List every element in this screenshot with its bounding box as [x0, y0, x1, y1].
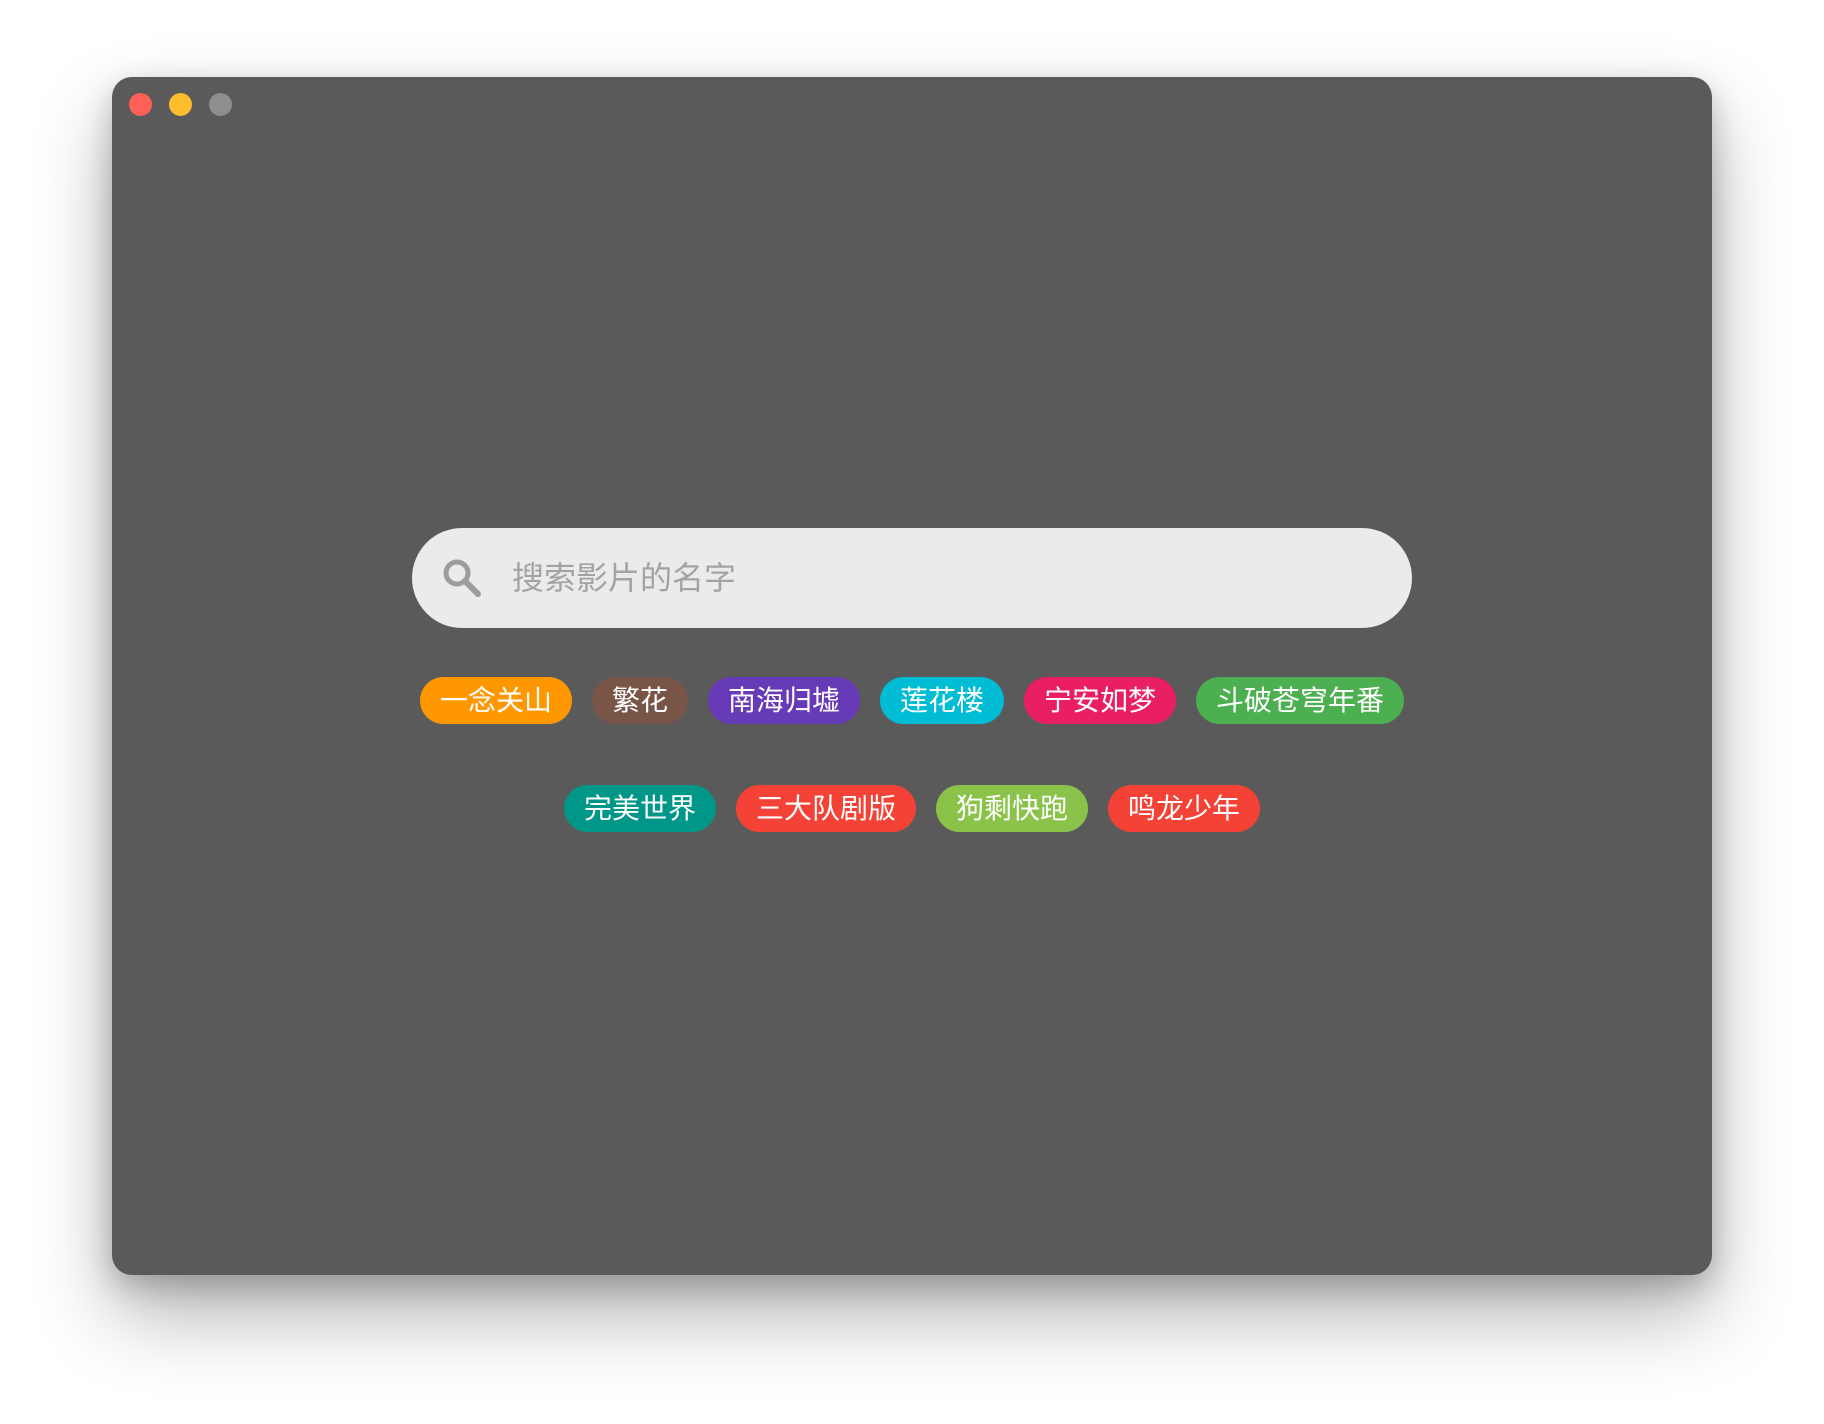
search-input[interactable]	[512, 548, 1372, 608]
tag-chip[interactable]: 宁安如梦	[1024, 677, 1177, 724]
tag-chip[interactable]: 三大队剧版	[735, 785, 916, 832]
tag-chip[interactable]: 斗破苍穹年番	[1196, 677, 1405, 724]
tag-chip[interactable]: 狗剩快跑	[936, 785, 1089, 832]
window-controls	[129, 93, 232, 116]
search-bar[interactable]	[412, 528, 1412, 628]
tag-chip[interactable]: 鸣龙少年	[1108, 785, 1261, 832]
minimize-button[interactable]	[169, 93, 192, 116]
close-button[interactable]	[129, 93, 152, 116]
tag-chip[interactable]: 一念关山	[419, 677, 572, 724]
tag-list: 一念关山 繁花 南海归墟 莲花楼 宁安如梦 斗破苍穹年番完美世界 三大队剧版 狗剩快跑 鸣龙少年	[412, 677, 1412, 832]
tag-chip[interactable]: 莲花楼	[880, 677, 1005, 724]
zoom-button[interactable]	[209, 93, 232, 116]
app-window: 一念关山繁花南海归墟莲花楼宁安如梦斗破苍穹年番完美世界三大队剧版狗剩快跑鸣龙少年	[112, 77, 1712, 1275]
tag-chip[interactable]: 南海归墟	[707, 677, 860, 724]
tag-chip[interactable]: 繁花	[591, 677, 688, 724]
search-icon	[443, 559, 481, 597]
tag-chip[interactable]: 完美世界	[563, 785, 716, 832]
